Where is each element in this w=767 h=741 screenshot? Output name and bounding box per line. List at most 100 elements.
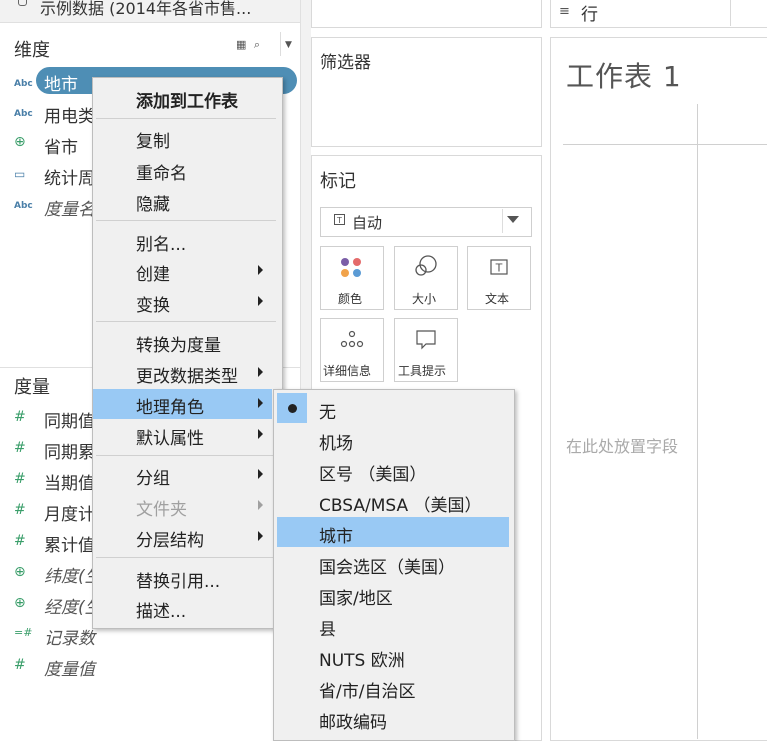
tooltip-bubble-icon bbox=[416, 330, 436, 350]
measure-field-label[interactable]: 记录数 bbox=[44, 624, 95, 649]
menu-item-transform[interactable]: 变换 bbox=[136, 291, 170, 316]
dimension-field-label[interactable]: 省市 bbox=[44, 133, 78, 158]
geo-role-county[interactable]: 县 bbox=[319, 615, 336, 640]
menu-item-create[interactable]: 创建 bbox=[136, 260, 170, 285]
menu-item-alias[interactable]: 别名... bbox=[136, 230, 186, 255]
menu-separator bbox=[96, 455, 276, 456]
calculated-number-icon: =# bbox=[14, 626, 33, 639]
menu-separator bbox=[96, 220, 276, 221]
measure-field-label[interactable]: 同期累 bbox=[44, 438, 95, 463]
globe-icon: ⊕ bbox=[14, 564, 26, 580]
divider bbox=[502, 209, 503, 233]
menu-separator bbox=[96, 557, 276, 558]
text-icon: T bbox=[490, 259, 508, 275]
menu-item-hide[interactable]: 隐藏 bbox=[136, 190, 170, 215]
globe-icon: ⊕ bbox=[14, 134, 26, 150]
dimension-field-label[interactable]: 地市 bbox=[44, 70, 78, 95]
text-mark-icon: T bbox=[334, 214, 345, 225]
number-type-icon: # bbox=[14, 440, 26, 456]
dimension-field-label[interactable]: 统计周 bbox=[44, 164, 95, 189]
dimensions-title: 维度 bbox=[14, 40, 50, 61]
submenu-arrow-icon bbox=[258, 296, 263, 306]
tooltip-mark-label: 工具提示 bbox=[398, 364, 447, 378]
dimension-field-label[interactable]: 度量名 bbox=[44, 195, 95, 220]
geo-role-city[interactable]: 城市 bbox=[319, 522, 353, 547]
submenu-arrow-icon bbox=[258, 265, 263, 275]
mark-type-value: 自动 bbox=[352, 214, 383, 232]
menu-item-folder: 文件夹 bbox=[136, 500, 187, 520]
menu-item-copy[interactable]: 复制 bbox=[136, 127, 170, 152]
geo-role-none[interactable]: 无 bbox=[319, 398, 336, 423]
worksheet-canvas[interactable] bbox=[550, 37, 767, 741]
chevron-down-icon[interactable] bbox=[507, 216, 519, 223]
menu-item-geographic-role[interactable]: 地理角色 bbox=[136, 393, 204, 418]
measure-field-label[interactable]: 度量值 bbox=[44, 655, 95, 680]
dimension-tools-icons[interactable]: ▦ ⌕ bbox=[236, 38, 262, 52]
detail-dots-icon bbox=[340, 330, 364, 348]
submenu-arrow-icon bbox=[258, 367, 263, 377]
string-type-icon: Abc bbox=[14, 79, 33, 89]
drop-field-hint[interactable]: 在此处放置字段 bbox=[566, 433, 678, 457]
detail-mark-label: 详细信息 bbox=[323, 364, 372, 378]
geo-role-zip-code[interactable]: 邮政编码 bbox=[319, 708, 387, 733]
measure-field-label[interactable]: 月度计 bbox=[44, 500, 95, 525]
menu-item-change-data-type[interactable]: 更改数据类型 bbox=[136, 362, 238, 387]
number-type-icon: # bbox=[14, 409, 26, 425]
measures-title: 度量 bbox=[14, 377, 50, 398]
divider bbox=[280, 32, 281, 56]
svg-text:T: T bbox=[495, 262, 503, 275]
submenu-arrow-icon bbox=[258, 429, 263, 439]
measure-field-label[interactable]: 当期值 bbox=[44, 469, 95, 494]
number-type-icon: # bbox=[14, 533, 26, 549]
number-type-icon: # bbox=[14, 657, 26, 673]
menu-separator bbox=[96, 118, 276, 119]
menu-item-default-properties[interactable]: 默认属性 bbox=[136, 424, 204, 449]
chevron-down-icon[interactable]: ▼ bbox=[285, 40, 292, 50]
geo-role-country-region[interactable]: 国家/地区 bbox=[319, 584, 393, 609]
divider bbox=[697, 104, 698, 739]
measure-field-label[interactable]: 同期值 bbox=[44, 407, 95, 432]
globe-icon: ⊕ bbox=[14, 595, 26, 611]
datasource-icon bbox=[18, 0, 27, 6]
submenu-arrow-icon bbox=[258, 398, 263, 408]
menu-item-describe[interactable]: 描述... bbox=[136, 597, 186, 622]
geo-role-airport[interactable]: 机场 bbox=[319, 429, 353, 454]
menu-item-highlight bbox=[277, 517, 509, 547]
submenu-arrow-icon bbox=[258, 531, 263, 541]
string-type-icon: Abc bbox=[14, 109, 33, 119]
geo-role-congressional-district[interactable]: 国会选区（美国） bbox=[319, 553, 455, 578]
submenu-arrow-icon bbox=[258, 500, 263, 510]
rows-icon: ≡ bbox=[559, 4, 570, 19]
geo-role-state-province[interactable]: 省/市/自治区 bbox=[319, 677, 415, 702]
number-type-icon: # bbox=[14, 502, 26, 518]
worksheet-title[interactable]: 工作表 1 bbox=[566, 55, 682, 95]
menu-item-hierarchy[interactable]: 分层结构 bbox=[136, 526, 204, 551]
rows-shelf-label: 行 bbox=[581, 5, 598, 25]
size-circles-icon bbox=[415, 255, 437, 276]
measure-field-label[interactable]: 累计值 bbox=[44, 531, 95, 556]
datasource-name: 示例数据 (2014年各省市售... bbox=[40, 0, 252, 18]
pages-shelf[interactable] bbox=[311, 0, 542, 28]
datasource-header[interactable]: 示例数据 (2014年各省市售... bbox=[0, 0, 300, 23]
divider bbox=[563, 144, 767, 145]
submenu-arrow-icon bbox=[258, 469, 263, 479]
size-mark-label: 大小 bbox=[412, 292, 437, 306]
geo-role-nuts-europe[interactable]: NUTS 欧洲 bbox=[319, 646, 405, 671]
radio-dot-icon bbox=[288, 404, 297, 413]
text-mark-label: 文本 bbox=[485, 292, 510, 306]
menu-separator bbox=[96, 321, 276, 322]
menu-item-group[interactable]: 分组 bbox=[136, 464, 170, 489]
marks-title: 标记 bbox=[320, 171, 356, 192]
menu-item-rename[interactable]: 重命名 bbox=[136, 159, 187, 184]
geo-role-cbsa-msa[interactable]: CBSA/MSA （美国） bbox=[319, 491, 482, 516]
calendar-icon: ▭ bbox=[14, 167, 26, 181]
divider bbox=[730, 0, 731, 26]
menu-item-replace-references[interactable]: 替换引用... bbox=[136, 567, 220, 592]
menu-item-add-to-sheet[interactable]: 添加到工作表 bbox=[136, 87, 238, 112]
dimension-field-label[interactable]: 用电类 bbox=[44, 102, 95, 127]
menu-item-convert-to-measure[interactable]: 转换为度量 bbox=[136, 331, 221, 356]
geo-role-area-code[interactable]: 区号 （美国） bbox=[319, 460, 426, 485]
number-type-icon: # bbox=[14, 471, 26, 487]
filters-title: 筛选器 bbox=[320, 53, 371, 73]
string-type-icon: Abc bbox=[14, 201, 33, 211]
